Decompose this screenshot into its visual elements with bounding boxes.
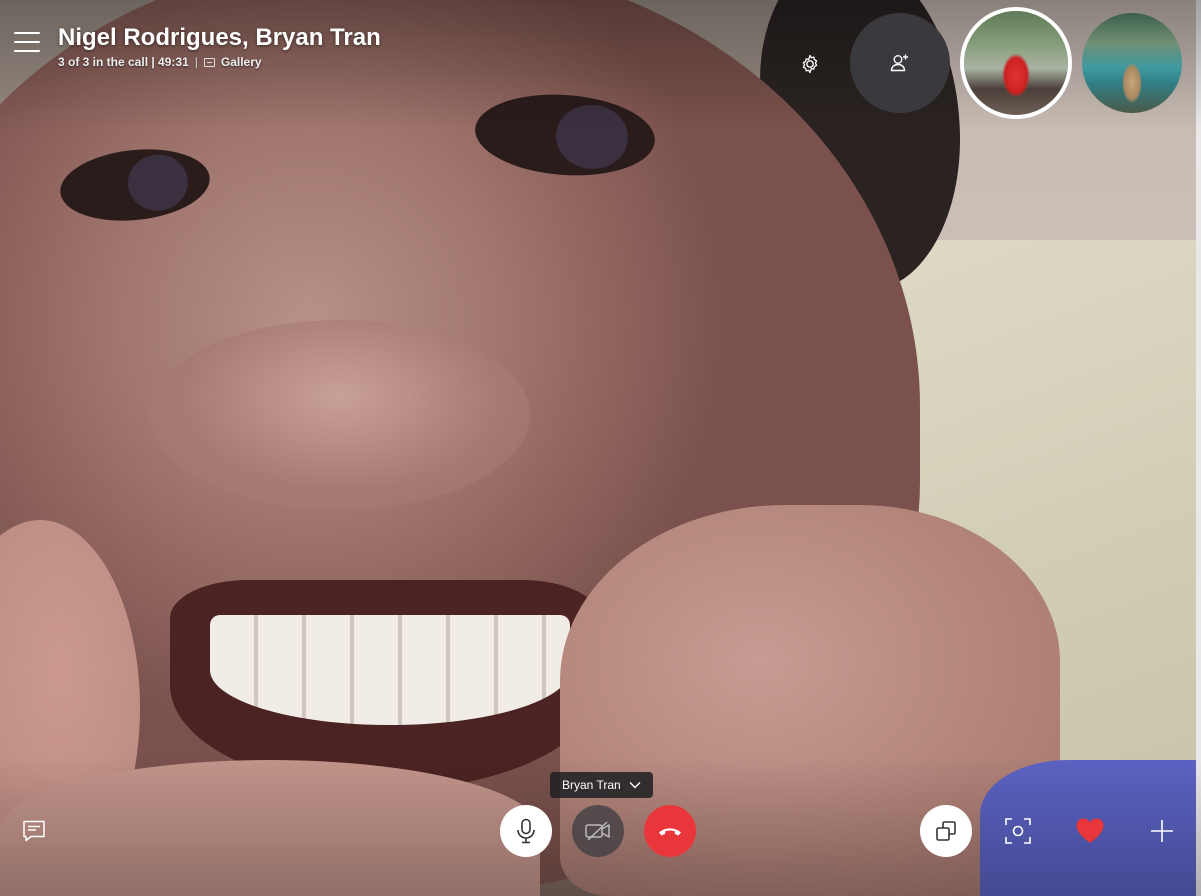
view-mode-label[interactable]: Gallery <box>221 55 262 69</box>
video-teeth <box>210 615 570 725</box>
participant-thumbnail[interactable] <box>1082 13 1182 113</box>
chat-icon[interactable] <box>22 820 46 842</box>
end-call-icon <box>659 828 681 836</box>
video-off-icon <box>585 821 610 841</box>
microphone-icon <box>517 818 535 844</box>
status-separator: | <box>194 55 198 69</box>
heart-icon[interactable] <box>1075 817 1105 845</box>
switch-view-button[interactable] <box>920 805 972 857</box>
participant-avatar <box>964 11 1068 115</box>
switch-camera-icon <box>936 821 956 841</box>
participant-thumbnail-active[interactable] <box>960 7 1072 119</box>
gallery-icon <box>203 57 215 67</box>
end-call-button[interactable] <box>644 805 696 857</box>
call-status: 3 of 3 in the call | 49:31 | Gallery <box>58 55 262 69</box>
video-toggle-button[interactable] <box>572 805 624 857</box>
gear-icon[interactable] <box>798 52 822 76</box>
snapshot-icon[interactable] <box>1004 817 1032 845</box>
participant-count-timer: 3 of 3 in the call | 49:31 <box>58 55 189 69</box>
plus-icon[interactable] <box>1150 819 1174 843</box>
add-person-icon <box>890 54 908 72</box>
speaker-name: Bryan Tran <box>562 778 621 792</box>
hamburger-menu-icon[interactable] <box>14 32 40 54</box>
speaker-selector[interactable]: Bryan Tran <box>550 772 653 798</box>
participant-avatar <box>1082 13 1182 113</box>
video-nose <box>150 320 530 510</box>
add-participant-button[interactable] <box>850 13 950 113</box>
microphone-button[interactable] <box>500 805 552 857</box>
chevron-down-icon <box>629 782 641 789</box>
call-title: Nigel Rodrigues, Bryan Tran <box>58 24 381 51</box>
